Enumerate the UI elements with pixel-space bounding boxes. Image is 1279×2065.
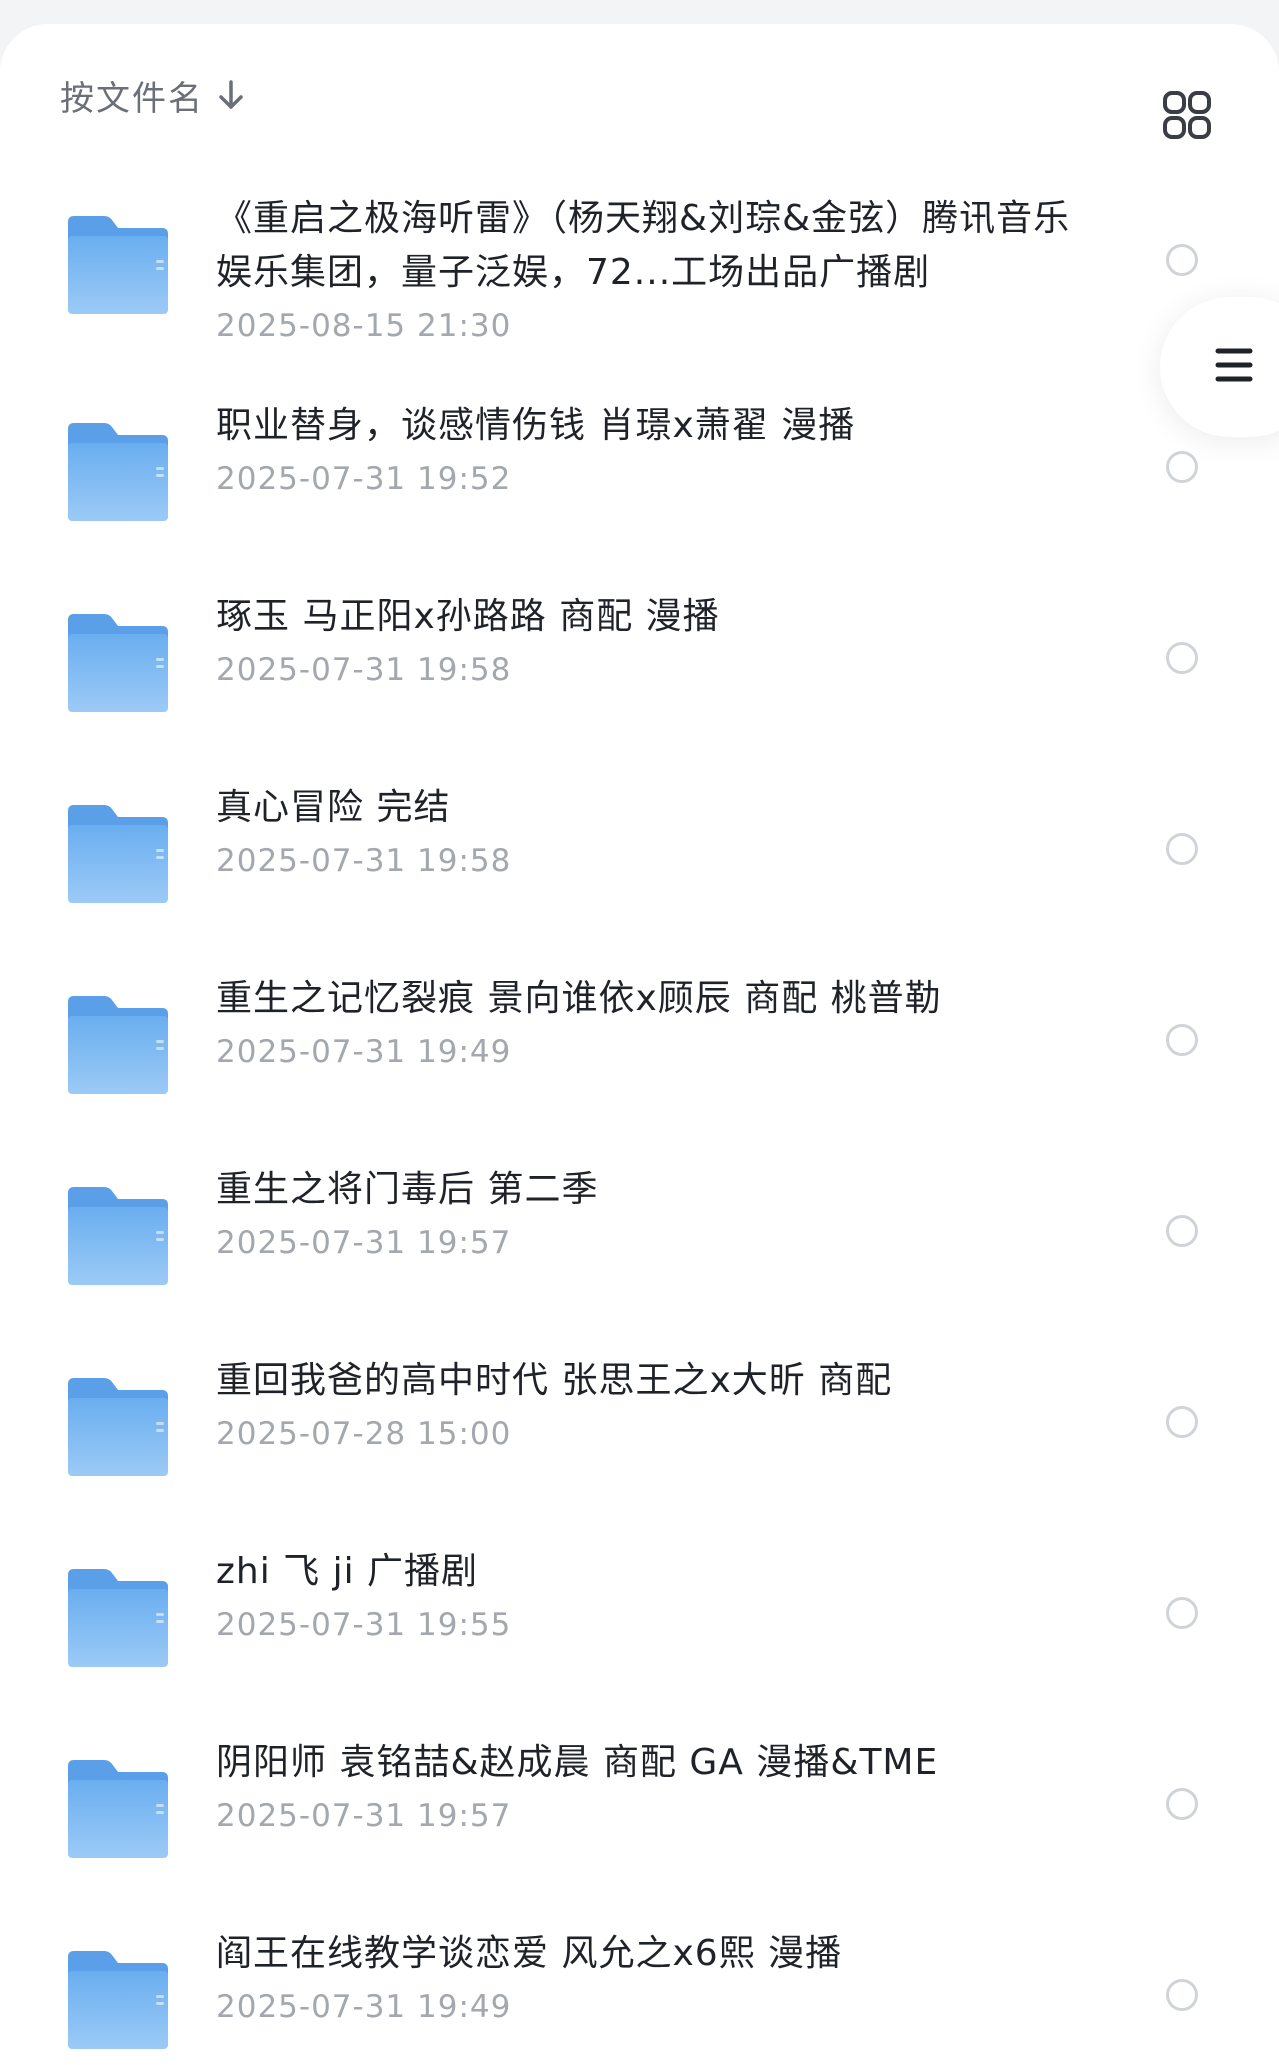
file-name: 阎王在线教学谈恋爱 风允之x6熙 漫播 [216,1933,843,1974]
file-row[interactable]: 阎王在线教学谈恋爱 风允之x6熙 漫播 2025-07-31 19:49 [0,1899,1279,2065]
folder-icon [64,612,172,714]
file-text: 阎王在线教学谈恋爱 风允之x6熙 漫播 2025-07-31 19:49 [216,1927,1076,2029]
file-row[interactable]: 真心冒险 完结 2025-07-31 19:58 [0,753,1279,944]
file-row[interactable]: 阴阳师 袁铭喆&赵成晨 商配 GA 漫播&TME 2025-07-31 19:5… [0,1708,1279,1899]
file-name: 重生之记忆裂痕 景向谁依x顾辰 商配 桃普勒 [216,978,942,1019]
file-name: 职业替身，谈感情伤钱 肖璟x萧翟 漫播 [216,405,856,446]
file-modified-date: 2025-07-31 19:49 [216,1034,512,1070]
sort-label: 按文件名 [60,78,204,119]
file-modified-date: 2025-07-31 19:55 [216,1607,512,1643]
file-text: 重生之记忆裂痕 景向谁依x顾辰 商配 桃普勒 2025-07-31 19:49 [216,972,1076,1074]
select-radio[interactable] [1166,451,1198,483]
file-row[interactable]: 重回我爸的高中时代 张思王之x大昕 商配 2025-07-28 15:00 [0,1326,1279,1517]
file-modified-date: 2025-07-31 19:58 [216,652,512,688]
grid-view-toggle-button[interactable] [1162,90,1212,140]
file-text: 阴阳师 袁铭喆&赵成晨 商配 GA 漫播&TME 2025-07-31 19:5… [216,1736,1076,1838]
select-radio[interactable] [1166,1215,1198,1247]
file-text: zhi 飞 ji 广播剧 2025-07-31 19:55 [216,1545,1076,1647]
select-radio[interactable] [1166,1024,1198,1056]
file-text: 重生之将门毒后 第二季 2025-07-31 19:57 [216,1163,1076,1265]
file-row[interactable]: zhi 飞 ji 广播剧 2025-07-31 19:55 [0,1517,1279,1708]
folder-icon [64,1376,172,1478]
file-modified-date: 2025-07-31 19:57 [216,1225,512,1261]
file-modified-date: 2025-07-31 19:49 [216,1989,512,2025]
file-name: 琢玉 马正阳x孙路路 商配 漫播 [216,596,720,637]
select-radio[interactable] [1166,1979,1198,2011]
folder-icon [64,994,172,1096]
file-modified-date: 2025-07-31 19:52 [216,461,512,497]
file-text: 琢玉 马正阳x孙路路 商配 漫播 2025-07-31 19:58 [216,590,1076,692]
select-radio[interactable] [1166,1406,1198,1438]
file-list-panel: 按文件名 《重启之极海听雷》（杨天翔&刘琮&金弦）腾讯音乐娱乐集团，量子泛娱，7… [0,24,1279,2065]
file-name: 重回我爸的高中时代 张思王之x大昕 商配 [216,1360,893,1401]
select-radio[interactable] [1166,244,1198,276]
folder-icon [64,421,172,523]
file-row[interactable]: 琢玉 马正阳x孙路路 商配 漫播 2025-07-31 19:58 [0,562,1279,753]
file-modified-date: 2025-07-31 19:57 [216,1798,512,1834]
file-modified-date: 2025-08-15 21:30 [216,308,512,344]
select-radio[interactable] [1166,833,1198,865]
select-radio[interactable] [1166,642,1198,674]
folder-icon [64,803,172,905]
file-name: 真心冒险 完结 [216,787,451,828]
file-name: 《重启之极海听雷》（杨天翔&刘琮&金弦）腾讯音乐娱乐集团，量子泛娱，72...工… [216,198,1071,293]
file-row[interactable]: 《重启之极海听雷》（杨天翔&刘琮&金弦）腾讯音乐娱乐集团，量子泛娱，72...工… [0,164,1279,371]
file-row[interactable]: 重生之将门毒后 第二季 2025-07-31 19:57 [0,1135,1279,1326]
file-row[interactable]: 重生之记忆裂痕 景向谁依x顾辰 商配 桃普勒 2025-07-31 19:49 [0,944,1279,1135]
folder-icon [64,1567,172,1669]
file-row[interactable]: 职业替身，谈感情伤钱 肖璟x萧翟 漫播 2025-07-31 19:52 [0,371,1279,562]
file-name: zhi 飞 ji 广播剧 [216,1551,479,1592]
folder-icon [64,214,172,316]
file-modified-date: 2025-07-28 15:00 [216,1416,512,1452]
file-modified-date: 2025-07-31 19:58 [216,843,512,879]
file-text: 重回我爸的高中时代 张思王之x大昕 商配 2025-07-28 15:00 [216,1354,1076,1456]
select-radio[interactable] [1166,1788,1198,1820]
folder-icon [64,1949,172,2051]
grid-view-icon [1162,90,1212,140]
arrow-down-icon [218,79,244,111]
file-text: 真心冒险 完结 2025-07-31 19:58 [216,781,1076,883]
list-toolbar: 按文件名 [0,24,1279,164]
file-text: 职业替身，谈感情伤钱 肖璟x萧翟 漫播 2025-07-31 19:52 [216,399,1076,501]
file-name: 重生之将门毒后 第二季 [216,1169,599,1210]
file-name: 阴阳师 袁铭喆&赵成晨 商配 GA 漫播&TME [216,1742,939,1783]
select-radio[interactable] [1166,1597,1198,1629]
file-list: 《重启之极海听雷》（杨天翔&刘琮&金弦）腾讯音乐娱乐集团，量子泛娱，72...工… [0,164,1279,2065]
file-text: 《重启之极海听雷》（杨天翔&刘琮&金弦）腾讯音乐娱乐集团，量子泛娱，72...工… [216,192,1076,348]
folder-icon [64,1185,172,1287]
folder-icon [64,1758,172,1860]
sort-by-name-button[interactable]: 按文件名 [60,72,244,119]
